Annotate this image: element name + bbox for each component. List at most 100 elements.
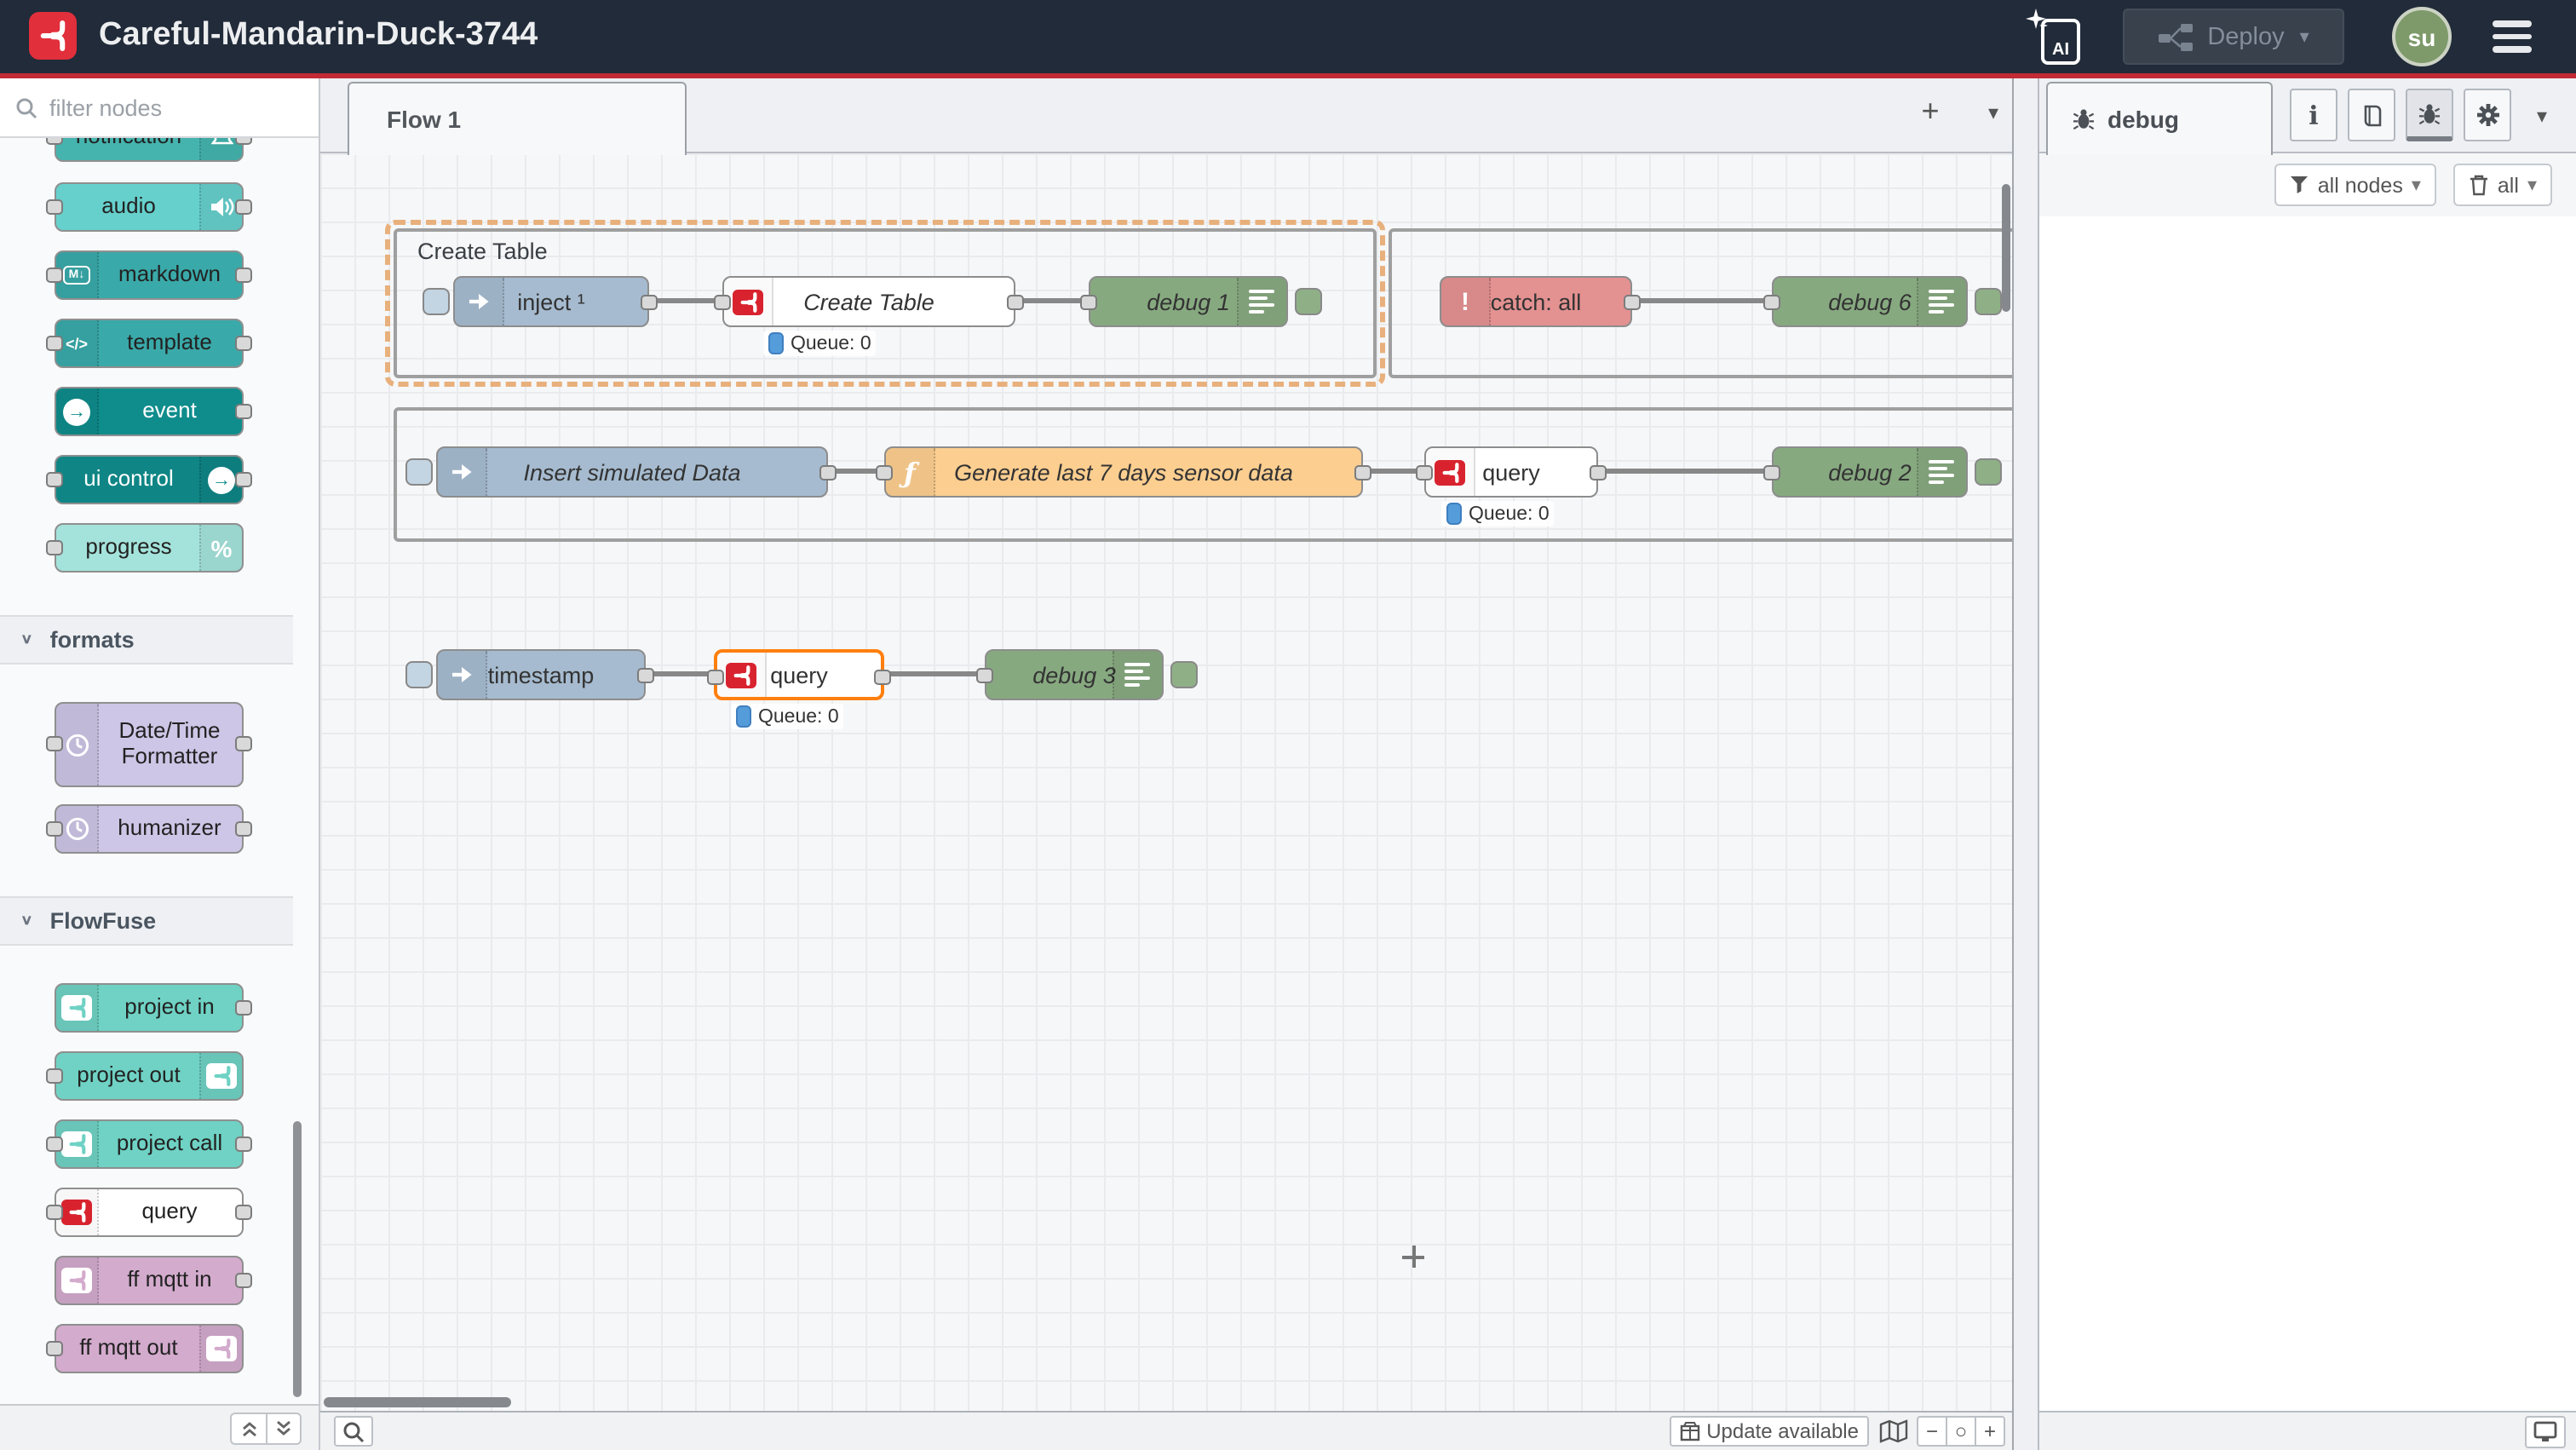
node-generate-sensor-data[interactable]: ƒ Generate last 7 days sensor data [884, 446, 1363, 498]
wire[interactable] [1632, 298, 1772, 303]
debug-toggle-button[interactable] [1295, 288, 1322, 315]
port-icon[interactable] [1590, 465, 1607, 480]
port-icon[interactable] [46, 1136, 63, 1151]
flow-list-caret-icon[interactable]: ▾ [1988, 101, 1998, 124]
palette-node-ui-control[interactable]: ui control → [55, 455, 244, 504]
deploy-caret-icon[interactable]: ▾ [2300, 26, 2309, 48]
port-icon[interactable] [235, 267, 252, 282]
port-icon[interactable] [1007, 295, 1024, 310]
debug-toggle-button[interactable] [1170, 661, 1198, 688]
palette-scrollbar[interactable] [293, 1121, 302, 1397]
port-icon[interactable] [46, 471, 63, 486]
port-icon[interactable] [46, 736, 63, 751]
port-icon[interactable] [876, 465, 893, 480]
port-icon[interactable] [46, 539, 63, 555]
port-icon[interactable] [46, 138, 63, 144]
node-query-3-selected[interactable]: query [714, 649, 884, 700]
node-debug-2[interactable]: debug 2 [1772, 446, 1968, 498]
port-icon[interactable] [235, 471, 252, 486]
debug-toggle-button[interactable] [1975, 458, 2002, 486]
port-icon[interactable] [235, 335, 252, 350]
inject-trigger-button[interactable] [405, 458, 433, 486]
debug-toggle-button[interactable] [1975, 288, 2002, 315]
port-icon[interactable] [1624, 295, 1641, 310]
palette-node-event[interactable]: → event [55, 387, 244, 436]
node-insert-simulated-data[interactable]: Insert simulated Data [436, 446, 828, 498]
zoom-out-button[interactable]: − [1917, 1416, 1947, 1447]
sidebar-info-button[interactable]: i [2290, 89, 2337, 141]
port-icon[interactable] [235, 1204, 252, 1219]
sidebar-splitter[interactable] [2012, 78, 2039, 1450]
port-icon[interactable] [1080, 295, 1097, 310]
deploy-button[interactable]: Deploy ▾ [2123, 9, 2344, 65]
port-icon[interactable] [46, 820, 63, 836]
zoom-reset-button[interactable]: ○ [1946, 1416, 1976, 1447]
node-query-2[interactable]: query [1424, 446, 1598, 498]
add-flow-button[interactable]: + [1910, 94, 1951, 129]
port-icon[interactable] [637, 668, 654, 683]
wire[interactable] [649, 298, 722, 303]
node-inject-1[interactable]: inject ¹ [453, 276, 649, 327]
port-icon[interactable] [874, 670, 891, 685]
node-debug-3[interactable]: debug 3 [985, 649, 1164, 700]
ai-assistant-button[interactable]: AI [2026, 9, 2080, 65]
palette-node-progress[interactable]: progress % [55, 523, 244, 573]
port-icon[interactable] [235, 820, 252, 836]
wire[interactable] [1598, 469, 1772, 474]
port-icon[interactable] [819, 465, 837, 480]
port-icon[interactable] [46, 1204, 63, 1219]
palette-section-formats[interactable]: ∨ formats [0, 615, 293, 665]
debug-filter-button[interactable]: all nodes ▾ [2275, 164, 2436, 206]
port-icon[interactable] [235, 403, 252, 418]
port-icon[interactable] [46, 267, 63, 282]
port-icon[interactable] [1354, 465, 1371, 480]
sidebar-config-button[interactable] [2464, 89, 2511, 141]
canvas-vertical-scrollbar[interactable] [2002, 184, 2010, 312]
inject-trigger-button[interactable] [423, 288, 450, 315]
canvas-horizontal-scrollbar[interactable] [324, 1397, 511, 1407]
sidebar-tab-debug[interactable]: debug [2046, 82, 2273, 155]
port-icon[interactable] [235, 736, 252, 751]
palette-node-datetime-formatter[interactable]: Date/Time Formatter [55, 702, 244, 787]
debug-clear-button[interactable]: all ▾ [2453, 164, 2552, 206]
palette-node-audio[interactable]: audio [55, 182, 244, 232]
port-icon[interactable] [1416, 465, 1433, 480]
palette-node-ff-mqtt-in[interactable]: ff mqtt in [55, 1256, 244, 1305]
port-icon[interactable] [1763, 295, 1780, 310]
node-catch-all[interactable]: ! catch: all [1440, 276, 1632, 327]
port-icon[interactable] [235, 199, 252, 214]
expand-all-button[interactable] [266, 1413, 302, 1445]
port-icon[interactable] [235, 138, 252, 144]
sidebar-tabs-caret-icon[interactable]: ▾ [2537, 103, 2547, 127]
wire[interactable] [1015, 298, 1089, 303]
palette-node-query[interactable]: query [55, 1188, 244, 1237]
avatar[interactable]: su [2392, 7, 2452, 66]
menu-icon[interactable] [2493, 20, 2532, 59]
tab-flow-1[interactable]: Flow 1 [348, 82, 687, 155]
palette-node-markdown[interactable]: M↓ markdown [55, 250, 244, 300]
port-icon[interactable] [46, 335, 63, 350]
filter-nodes-input[interactable] [49, 95, 271, 120]
navigator-map-icon[interactable] [1879, 1419, 1908, 1443]
wire[interactable] [646, 671, 714, 676]
port-icon[interactable] [235, 1136, 252, 1151]
palette-node-project-call[interactable]: project call [55, 1119, 244, 1169]
palette-node-ff-mqtt-out[interactable]: ff mqtt out [55, 1324, 244, 1373]
port-icon[interactable] [46, 199, 63, 214]
port-icon[interactable] [235, 1272, 252, 1287]
port-icon[interactable] [46, 1340, 63, 1355]
wire[interactable] [884, 671, 985, 676]
node-create-table[interactable]: Create Table [722, 276, 1015, 327]
palette-node-template[interactable]: </> template [55, 319, 244, 368]
palette-node-notification[interactable]: notification [55, 138, 244, 162]
flow-canvas[interactable]: Create Table inject ¹ Create Table [320, 153, 2012, 1411]
port-icon[interactable] [976, 668, 993, 683]
node-debug-6[interactable]: debug 6 [1772, 276, 1968, 327]
open-dashboard-button[interactable] [2525, 1416, 2566, 1448]
update-available-button[interactable]: Update available [1669, 1416, 1869, 1447]
inject-trigger-button[interactable] [405, 661, 433, 688]
node-debug-1[interactable]: debug 1 [1089, 276, 1288, 327]
zoom-in-button[interactable]: + [1975, 1416, 2005, 1447]
port-icon[interactable] [1763, 465, 1780, 480]
palette-node-humanizer[interactable]: humanizer [55, 804, 244, 854]
